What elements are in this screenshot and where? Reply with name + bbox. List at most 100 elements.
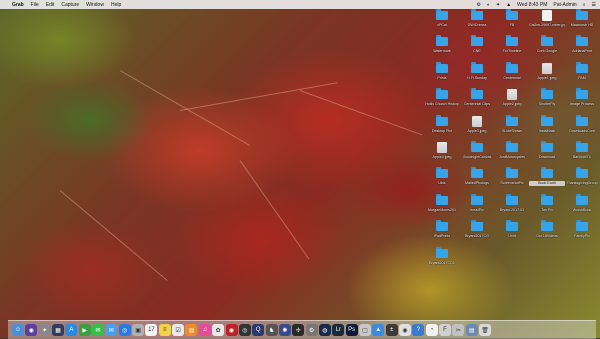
dock-pixelmator-icon[interactable]: ◍ (318, 324, 331, 336)
desktop-folder[interactable]: InstaMask (529, 114, 565, 142)
status-time-machine-icon[interactable]: ◐ (487, 2, 490, 8)
folder-icon (471, 9, 483, 20)
status-wifi-icon[interactable]: ▲ (506, 2, 511, 8)
desktop-folder[interactable]: iPadPrints (424, 220, 460, 247)
desktop-folder[interactable]: vPCal (424, 9, 460, 36)
desktop-folder[interactable]: Desktop Pict (424, 114, 460, 142)
desktop-folder[interactable]: Centennial (494, 61, 530, 89)
desktop-folder[interactable]: Centennial Clips (459, 88, 495, 115)
menubar-user[interactable]: Pat-Admin (553, 2, 576, 8)
dock-itunes-icon[interactable]: ♫ (198, 324, 211, 336)
desktop-folder[interactable]: Bryant2017CG (459, 220, 495, 247)
desktop-folder[interactable]: Image Process (564, 88, 600, 115)
status-gear-icon[interactable]: ⚙ (476, 2, 480, 8)
dock-books-icon[interactable]: ▤ (185, 324, 198, 336)
desktop-folder[interactable]: H.Fl.Sunday (459, 61, 495, 89)
desktop-file[interactable]: Apple3.jpeg (459, 115, 495, 142)
desktop-folder[interactable]: MailedPhotogs (459, 167, 495, 194)
dock-screenshot-tool-icon[interactable]: ▢ (358, 324, 371, 336)
desktop-folder[interactable]: FamilyPix (564, 220, 600, 247)
dock-calculator-icon[interactable]: ± (385, 324, 398, 336)
dock-reminders-icon[interactable]: ☑ (172, 324, 185, 336)
dock-compass-icon[interactable]: ✢ (292, 324, 305, 336)
dock-dvd-player-icon[interactable]: ◎ (238, 324, 251, 336)
menu-window[interactable]: Window (86, 2, 104, 8)
desktop-file[interactable]: Apple4.jpeg (424, 142, 460, 168)
desktop-folder[interactable]: GoodnightCanvas (459, 141, 495, 168)
dock-app-store-icon[interactable]: A (65, 324, 78, 336)
desktop-folder[interactable]: Ubis (424, 167, 460, 194)
desktop-item-label: Book Earth (529, 181, 565, 186)
dock-facetime-icon[interactable]: ▶ (78, 324, 91, 336)
desktop-folder[interactable]: FB (494, 9, 530, 36)
status-bluetooth-icon[interactable]: ✦ (496, 2, 500, 8)
folder-icon (436, 35, 448, 47)
dock-chrome-icon[interactable]: ◉ (398, 324, 411, 336)
desktop-folder[interactable]: SLideShows (494, 114, 530, 142)
desktop-file[interactable]: Apple1.jpeg (529, 62, 565, 89)
desktop-folder[interactable]: MorganMoms201 (424, 193, 460, 221)
desktop-folder[interactable]: JordMotorcycles (494, 141, 530, 168)
desktop-folder[interactable]: DownloadsCont (564, 114, 600, 142)
desktop-folder[interactable]: Bryant.2017.03 (494, 193, 530, 221)
dock-photo-booth-icon[interactable]: ◉ (225, 324, 238, 336)
dock-grab-icon[interactable]: ✂ (452, 324, 465, 336)
desktop-file[interactable]: CalJim-29697-mber.jpg (529, 10, 565, 36)
app-menu[interactable]: Grab (12, 2, 24, 8)
desktop-folder[interactable]: Book Earth (529, 167, 565, 194)
dock-trash-icon[interactable]: 🗑 (479, 324, 492, 336)
dock-image-capture-icon[interactable]: ✺ (278, 324, 291, 336)
desktop-folder[interactable]: WorshBook (564, 193, 600, 221)
dock-chess-icon[interactable]: ♞ (265, 324, 278, 336)
desktop-folder[interactable]: Oct.18Videos (529, 220, 565, 247)
menu-capture[interactable]: Capture (61, 2, 79, 8)
dock-quicktime-icon[interactable]: Q (252, 324, 265, 336)
dock-launchpad-icon[interactable]: ✦ (38, 324, 51, 336)
folder-icon (471, 220, 483, 232)
dock-documents-stack-icon[interactable]: ▤ (465, 324, 478, 336)
desktop-folder[interactable]: Unht (494, 220, 530, 247)
desktop-file[interactable]: Apple2.jpeg (494, 89, 530, 115)
desktop-folder[interactable]: ThanksgivingGroup (564, 167, 600, 194)
desktop-folder[interactable]: Watermark (424, 35, 460, 62)
menu-edit[interactable]: Edit (46, 2, 55, 8)
desktop-folder[interactable]: Download (529, 141, 565, 168)
desktop-folder[interactable]: PAM (564, 61, 600, 89)
dock-preview-icon[interactable]: ▣ (132, 324, 145, 336)
dock-mail-icon[interactable]: ✉ (105, 324, 118, 336)
dock-lightroom-icon[interactable]: Lr (332, 324, 345, 336)
dock-siri-icon[interactable]: ◉ (25, 324, 38, 336)
desktop-folder[interactable]: Tax Pix (529, 193, 565, 221)
dock-notes-icon[interactable]: ≡ (158, 324, 171, 336)
dock-keynote-icon[interactable]: ▲ (372, 324, 385, 336)
desktop-folder[interactable]: GWICrimea (459, 9, 495, 36)
dock-clock-icon[interactable]: ◔ (425, 324, 438, 336)
dock-photoshop-icon[interactable]: Ps (345, 324, 358, 336)
desktop-folder[interactable]: emailPix (459, 193, 495, 221)
spotlight-search-icon[interactable]: ⌕ (583, 2, 586, 8)
dock-finder-icon[interactable]: ☺ (12, 324, 24, 336)
desktop-folder[interactable]: ShutterFly (529, 88, 565, 115)
dock-utility-icon[interactable]: ? (412, 324, 425, 336)
notification-center-icon[interactable]: ☰ (592, 2, 596, 8)
dock-font-book-icon[interactable]: F (439, 324, 451, 336)
desktop-folder[interactable]: AdrianaPrint (564, 35, 600, 62)
dock-mission-control-icon[interactable]: ▦ (52, 324, 65, 336)
desktop-folder[interactable]: Cont.Google (529, 35, 565, 62)
desktop-folder[interactable]: Bryant2017CG1 (424, 246, 460, 274)
desktop-folder[interactable]: Hollis Church History (424, 88, 460, 115)
desktop-folder[interactable]: BarMoMTX (564, 141, 600, 168)
dock-safari-icon[interactable]: ◎ (118, 324, 131, 336)
menubar-clock[interactable]: Wed 8:43 PM (517, 2, 547, 8)
desktop-folder[interactable]: ScreenshotPix (494, 167, 530, 194)
dock-photos-icon[interactable]: ✿ (212, 324, 225, 336)
desktop-folder[interactable]: Prints (424, 61, 460, 89)
desktop-folder[interactable]: Macintosh HD (564, 9, 600, 36)
desktop-folder[interactable]: CNE (459, 35, 495, 62)
dock-calendar-icon[interactable]: 17 (145, 324, 158, 336)
dock-system-preferences-icon[interactable]: ⚙ (305, 324, 318, 336)
menu-file[interactable]: File (31, 2, 39, 8)
menu-help[interactable]: Help (111, 2, 121, 8)
desktop-folder[interactable]: ForTimeline (494, 35, 530, 62)
dock-messages-icon[interactable]: ✉ (92, 324, 105, 336)
